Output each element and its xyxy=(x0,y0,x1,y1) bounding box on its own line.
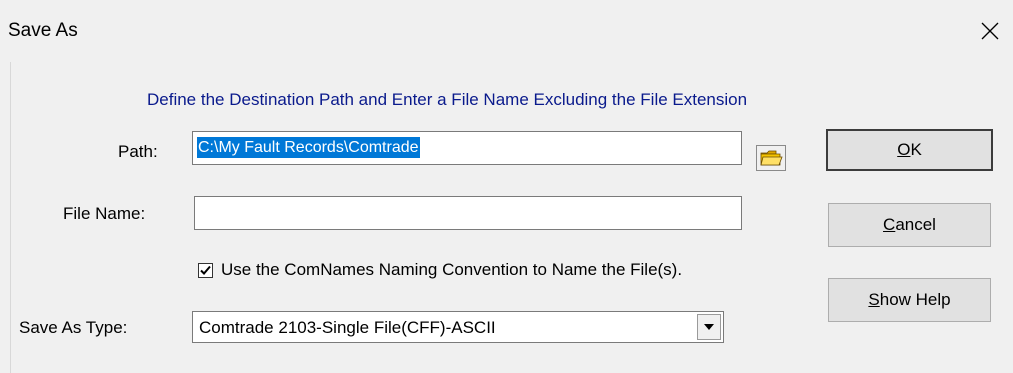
title-bar[interactable]: Save As xyxy=(0,0,1013,62)
window-title: Save As xyxy=(8,20,78,41)
cancel-button-label: Cancel xyxy=(883,215,936,234)
close-button[interactable] xyxy=(967,0,1013,62)
path-input[interactable]: C:\My Fault Records\Comtrade xyxy=(192,131,742,165)
save-as-type-value: Comtrade 2103-Single File(CFF)-ASCII xyxy=(199,318,496,337)
cancel-button[interactable]: Cancel xyxy=(828,203,991,247)
save-as-type-select[interactable]: Comtrade 2103-Single File(CFF)-ASCII xyxy=(192,311,724,343)
checkmark-icon xyxy=(200,265,211,275)
instruction-text: Define the Destination Path and Enter a … xyxy=(147,90,748,109)
naming-convention-checkbox[interactable] xyxy=(198,263,213,278)
ok-button[interactable]: OK xyxy=(826,129,993,171)
chevron-down-icon xyxy=(704,324,714,330)
browse-folder-button[interactable] xyxy=(752,141,790,175)
file-name-input[interactable] xyxy=(194,196,742,230)
ok-button-label: OK xyxy=(897,140,922,159)
dialog-body: Define the Destination Path and Enter a … xyxy=(10,62,1013,373)
close-icon xyxy=(981,22,999,40)
dropdown-arrow-button[interactable] xyxy=(697,314,721,340)
save-as-type-label: Save As Type: xyxy=(19,318,128,337)
folder-icon xyxy=(756,145,786,171)
show-help-button-label: Show Help xyxy=(868,290,951,309)
show-help-button[interactable]: Show Help xyxy=(828,278,991,322)
file-name-label: File Name: xyxy=(63,204,146,223)
path-value: C:\My Fault Records\Comtrade xyxy=(197,137,420,158)
path-label: Path: xyxy=(118,142,158,161)
naming-convention-label[interactable]: Use the ComNames Naming Convention to Na… xyxy=(221,260,682,280)
save-as-dialog: Save As Define the Destination Path and … xyxy=(0,0,1013,373)
